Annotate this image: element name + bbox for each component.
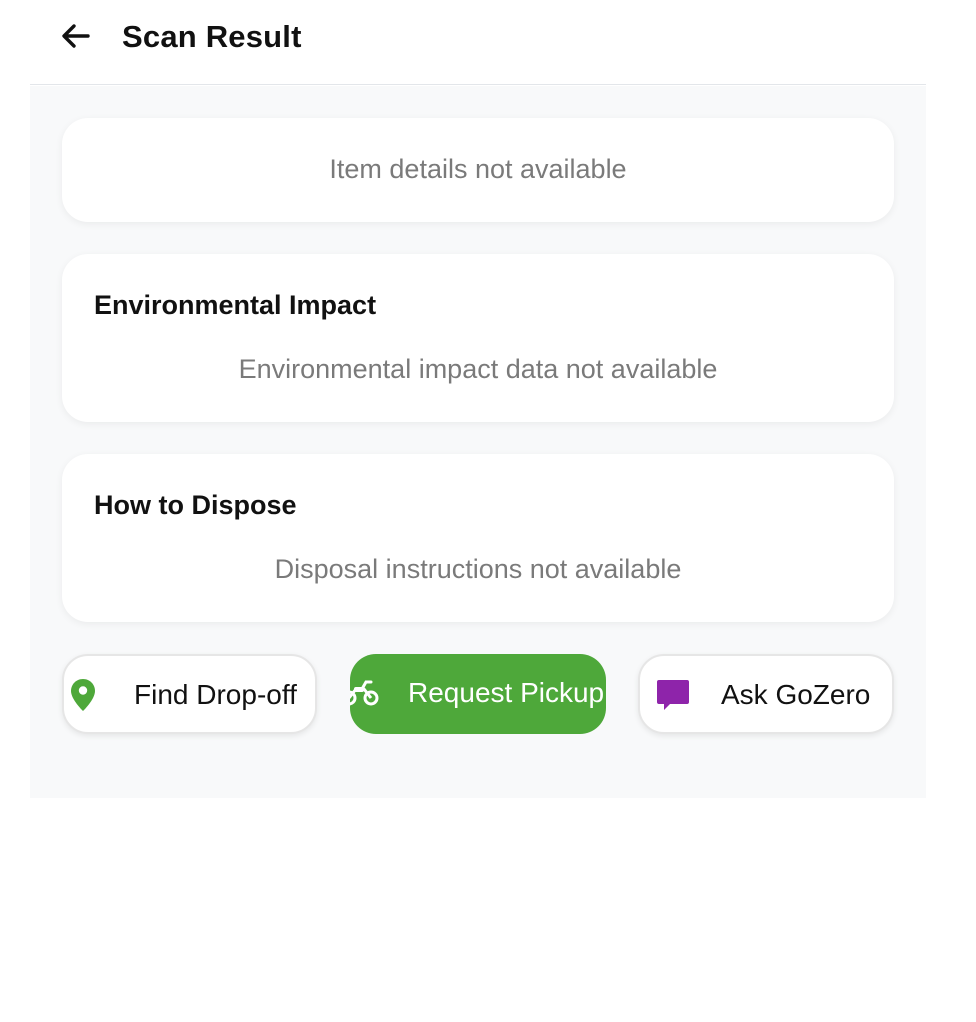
scan-result-content: Item details not available Environmental… — [30, 86, 926, 798]
find-dropoff-label: Find Drop-off — [134, 679, 297, 710]
disposal-instructions-message: Disposal instructions not available — [274, 554, 682, 584]
item-details-card: Item details not available — [62, 118, 894, 222]
request-pickup-label: Request Pickup — [408, 677, 605, 708]
arrow-left-icon — [62, 24, 90, 48]
back-button[interactable] — [58, 18, 94, 54]
map-pin-icon — [70, 678, 96, 717]
environmental-impact-heading: Environmental Impact — [94, 290, 377, 320]
find-dropoff-button[interactable]: Find Drop-off — [62, 654, 317, 734]
motorcycle-icon — [350, 678, 380, 713]
how-to-dispose-heading: How to Dispose — [94, 490, 297, 520]
ask-gozero-label: Ask GoZero — [721, 679, 871, 710]
how-to-dispose-card: How to Dispose Disposal instructions not… — [62, 454, 894, 622]
environmental-impact-card: Environmental Impact Environmental impac… — [62, 254, 894, 422]
item-details-message: Item details not available — [329, 154, 627, 184]
request-pickup-button[interactable]: Request Pickup — [350, 654, 606, 734]
page-title: Scan Result — [122, 19, 302, 54]
environmental-impact-message: Environmental impact data not available — [238, 354, 718, 384]
chat-bubble-icon — [656, 678, 690, 717]
top-app-bar: Scan Result — [30, 0, 926, 85]
ask-gozero-button[interactable]: Ask GoZero — [638, 654, 894, 734]
